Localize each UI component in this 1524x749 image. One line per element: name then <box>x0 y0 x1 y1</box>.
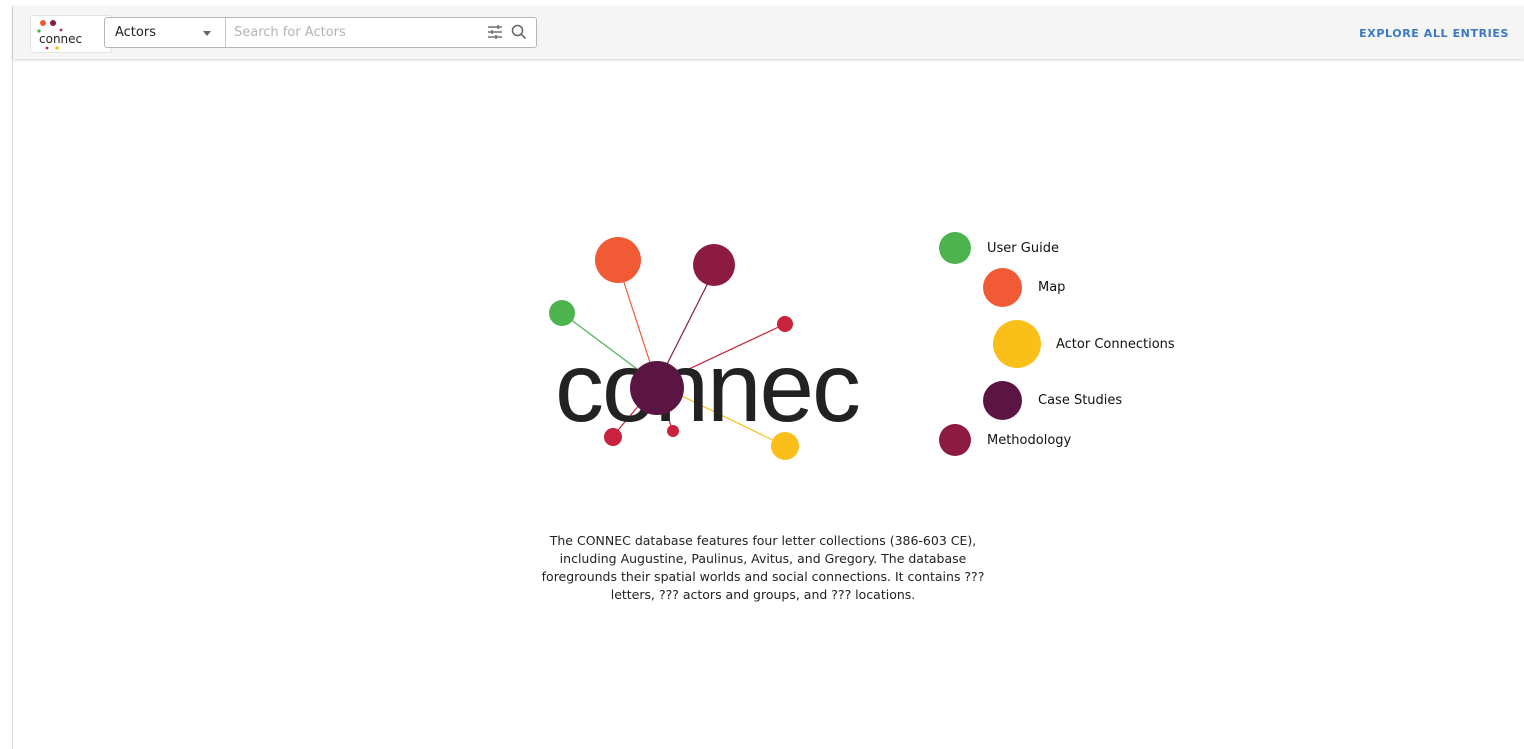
tune-icon[interactable] <box>485 22 505 42</box>
category-select[interactable]: Actors <box>105 18 226 47</box>
explore-all-entries-link[interactable]: EXPLORE ALL ENTRIES <box>1359 27 1509 40</box>
connec-hero-logo: connec <box>549 237 861 460</box>
nav-actor-connections-label: Actor Connections <box>1056 337 1175 352</box>
connec-wordmark: connec <box>555 332 859 442</box>
search-bar: Actors <box>104 17 537 48</box>
user-guide-dot-icon <box>939 232 971 264</box>
node-red-small <box>777 316 793 332</box>
dropdown-arrow-icon <box>203 31 211 36</box>
search-icon[interactable] <box>509 22 529 42</box>
top-app-bar: connec Actors Search for Actors EXPLORE … <box>13 6 1524 59</box>
map-dot-icon <box>983 268 1022 307</box>
nav-methodology-label: Methodology <box>987 433 1072 448</box>
node-hub <box>630 361 684 415</box>
nav-case-studies-label: Case Studies <box>1038 393 1123 408</box>
methodology-dot-icon <box>939 424 971 456</box>
case-studies-dot-icon <box>983 381 1022 420</box>
app-window: connec Actors Search for Actors EXPLORE … <box>12 6 1524 749</box>
database-description: The CONNEC database features four letter… <box>541 532 985 602</box>
logo-text: connec <box>39 32 83 46</box>
actor-connections-dot-icon <box>993 320 1041 368</box>
node-orange <box>595 237 641 283</box>
node-maroon <box>693 244 735 286</box>
nav-user-guide-label: User Guide <box>987 241 1059 256</box>
node-green <box>549 300 575 326</box>
search-input[interactable] <box>226 19 482 46</box>
logo[interactable]: connec <box>30 15 112 53</box>
category-select-value: Actors <box>115 25 156 40</box>
nav-map-label: Map <box>1038 280 1066 295</box>
